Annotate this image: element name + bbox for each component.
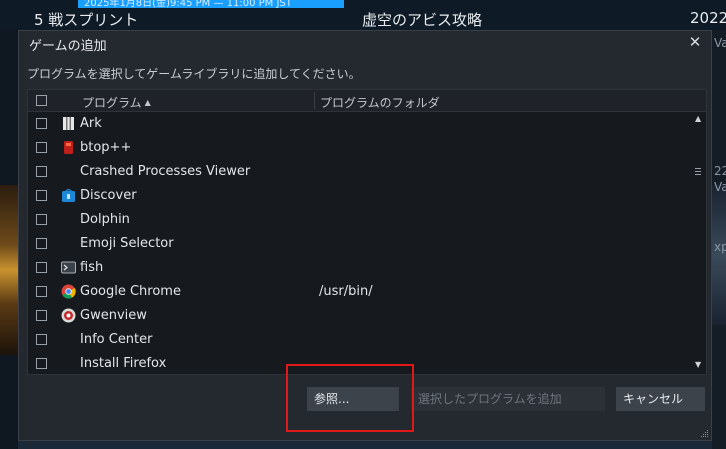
list-header: プログラム ▲ プログラムのフォルダ <box>28 90 706 112</box>
program-list: プログラム ▲ プログラムのフォルダ Ark btop++ Crashed Proce… <box>27 89 707 375</box>
column-header-program[interactable]: プログラム ▲ <box>82 94 151 111</box>
sort-ascending-icon: ▲ <box>144 98 151 107</box>
game-artwork-left[interactable] <box>0 185 18 355</box>
program-name: Crashed Processes Viewer <box>80 164 251 179</box>
select-all-checkbox[interactable] <box>36 95 47 106</box>
program-checkbox[interactable] <box>36 142 47 153</box>
program-name: Dolphin <box>80 212 130 227</box>
program-name: Emoji Selector <box>80 236 174 251</box>
event-title-left[interactable]: 5 戦スプリント <box>34 9 138 30</box>
program-checkbox[interactable] <box>36 118 47 129</box>
program-checkbox[interactable] <box>36 166 47 177</box>
program-checkbox[interactable] <box>36 310 47 321</box>
program-checkbox[interactable] <box>36 334 47 345</box>
btop-icon <box>61 140 76 155</box>
game-artwork-right[interactable] <box>712 185 726 325</box>
program-row[interactable]: Dolphin <box>28 208 692 232</box>
program-row[interactable]: Emoji Selector <box>28 232 692 256</box>
program-checkbox[interactable] <box>36 262 47 273</box>
bg-label-2: 22 <box>714 164 726 178</box>
program-checkbox[interactable] <box>36 190 47 201</box>
event-title-right[interactable]: 2022 <box>690 9 726 27</box>
event-title-mid[interactable]: 虚空のアビス攻略 <box>362 9 482 30</box>
program-name: Gwenview <box>80 308 147 323</box>
program-checkbox[interactable] <box>36 358 47 369</box>
bg-label-1: Va <box>714 36 726 50</box>
program-name: Discover <box>80 188 137 203</box>
program-name: Info Center <box>80 332 153 347</box>
highlight-annotation-box <box>286 364 414 432</box>
program-row[interactable]: Gwenview <box>28 304 692 328</box>
event-time-strip: 2025年1月8日(金)9:45 PM — 11:00 PM JST <box>78 0 344 9</box>
discover-icon <box>61 188 76 203</box>
program-checkbox[interactable] <box>36 238 47 249</box>
resize-grip-icon[interactable] <box>700 429 709 438</box>
dialog-instruction: プログラムを選択してゲームライブラリに追加してください。 <box>27 67 361 81</box>
column-divider[interactable] <box>314 92 315 109</box>
program-row[interactable]: Discover <box>28 184 692 208</box>
program-row[interactable]: fish <box>28 256 692 280</box>
scroll-thumb-icon[interactable] <box>695 168 701 176</box>
dialog-title: ゲームの追加 <box>29 39 107 54</box>
program-name: btop++ <box>80 140 132 155</box>
program-checkbox[interactable] <box>36 214 47 225</box>
bg-label-4: xp <box>714 240 726 254</box>
list-scrollbar[interactable]: ▲ ▼ <box>692 112 706 374</box>
cancel-button[interactable]: キャンセル <box>616 387 705 411</box>
column-header-folder[interactable]: プログラムのフォルダ <box>320 94 440 111</box>
scroll-down-icon[interactable]: ▼ <box>695 360 701 369</box>
program-row[interactable]: Google Chrome/usr/bin/ <box>28 280 692 304</box>
chrome-icon <box>61 284 76 299</box>
program-row[interactable]: btop++ <box>28 136 692 160</box>
ark-icon <box>61 116 76 131</box>
bg-label-3: Va <box>714 180 726 194</box>
column-header-program-label: プログラム <box>82 96 142 110</box>
add-selected-programs-button[interactable]: 選択したプログラムを追加 <box>411 387 605 411</box>
program-folder: /usr/bin/ <box>319 284 373 299</box>
program-name: Google Chrome <box>80 284 181 299</box>
close-icon[interactable]: ✕ <box>685 31 705 53</box>
program-name: Ark <box>80 116 102 131</box>
program-name: fish <box>80 260 104 275</box>
program-row[interactable]: Ark <box>28 112 692 136</box>
fish-icon <box>61 260 76 275</box>
program-name: Install Firefox <box>80 356 167 371</box>
program-row[interactable]: Crashed Processes Viewer <box>28 160 692 184</box>
program-checkbox[interactable] <box>36 286 47 297</box>
gwenview-icon <box>61 308 76 323</box>
program-row[interactable]: Info Center <box>28 328 692 352</box>
event-time-text: 2025年1月8日(金)9:45 PM — 11:00 PM JST <box>84 0 292 9</box>
scroll-up-icon[interactable]: ▲ <box>695 114 701 123</box>
